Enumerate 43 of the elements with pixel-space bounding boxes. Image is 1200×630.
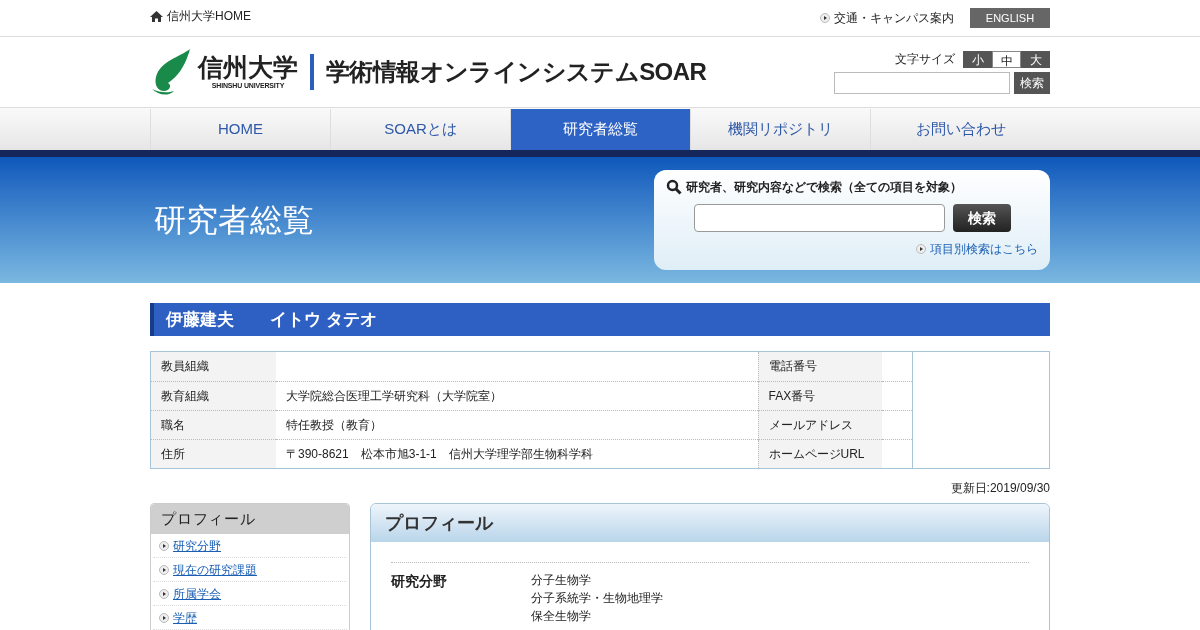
advanced-search-link[interactable]: 項目別検索はこちら xyxy=(916,240,1038,258)
researcher-search-button[interactable]: 検索 xyxy=(953,204,1011,232)
font-size-button[interactable]: 小 xyxy=(963,50,992,68)
table-label-cell: 教員組織 xyxy=(151,352,276,381)
sidebar-link[interactable]: 現在の研究課題 xyxy=(173,560,257,579)
table-label-cell: FAX番号 xyxy=(758,381,882,410)
banner-title: 研究者総覧 xyxy=(154,200,314,241)
table-label-cell: 電話番号 xyxy=(758,352,882,381)
site-search-button[interactable]: 検索 xyxy=(1014,72,1050,94)
table-label-cell: 教育組織 xyxy=(151,381,276,410)
site-search-field[interactable] xyxy=(834,72,1010,94)
table-cell-text: 大学院総合医理工学研究科（大学院室） xyxy=(286,388,502,403)
profile-value: 分子生物学 xyxy=(531,572,592,589)
site-title: 学術情報オンラインシステムSOAR xyxy=(326,57,707,87)
search-icon xyxy=(666,179,682,195)
font-size-button[interactable]: 中 xyxy=(992,50,1021,68)
sidebar-link[interactable]: 研究分野 xyxy=(173,536,221,555)
search-heading: 研究者、研究内容などで検索（全ての項目を対象） xyxy=(686,179,962,196)
profile-title: プロフィール xyxy=(371,504,1049,542)
home-link[interactable]: 信州大学HOME xyxy=(150,7,251,25)
university-name: 信州大学 xyxy=(198,52,298,81)
sidebar-link[interactable]: 学歴 xyxy=(173,608,197,627)
table-label-cell: ホームページURL xyxy=(758,439,882,468)
table-cell-text: 〒390-8621 松本市旭3-1-1 信州大学理学部生物科学科 xyxy=(286,446,593,461)
home-icon xyxy=(150,10,163,22)
nav-tab[interactable]: 研究者総覧 xyxy=(510,109,690,150)
table-label-cell: 住所 xyxy=(151,439,276,468)
profile-value: 分子系統学・生物地理学 xyxy=(531,590,663,607)
updated-date: 更新日:2019/09/30 xyxy=(950,480,1050,497)
researcher-search-field[interactable] xyxy=(694,204,945,232)
font-size-label: 文字サイズ xyxy=(895,51,955,68)
profile-value: 保全生物学 xyxy=(531,608,592,625)
font-size-button[interactable]: 大 xyxy=(1021,50,1050,68)
access-link[interactable]: 交通・キャンパス案内 xyxy=(820,9,954,27)
table-label-cell: メールアドレス xyxy=(758,410,882,439)
researcher-kana: イトウ タテオ xyxy=(270,308,377,331)
profile-label: 研究分野 xyxy=(391,572,448,591)
sidebar-title: プロフィール xyxy=(151,504,349,534)
sidebar-link[interactable]: 所属学会 xyxy=(173,584,221,603)
researcher-name: 伊藤建夫 xyxy=(166,308,234,331)
table-label-cell: 職名 xyxy=(151,410,276,439)
table-cell-text: 特任教授（教育） xyxy=(286,417,382,432)
english-button[interactable]: ENGLISH xyxy=(970,8,1050,28)
